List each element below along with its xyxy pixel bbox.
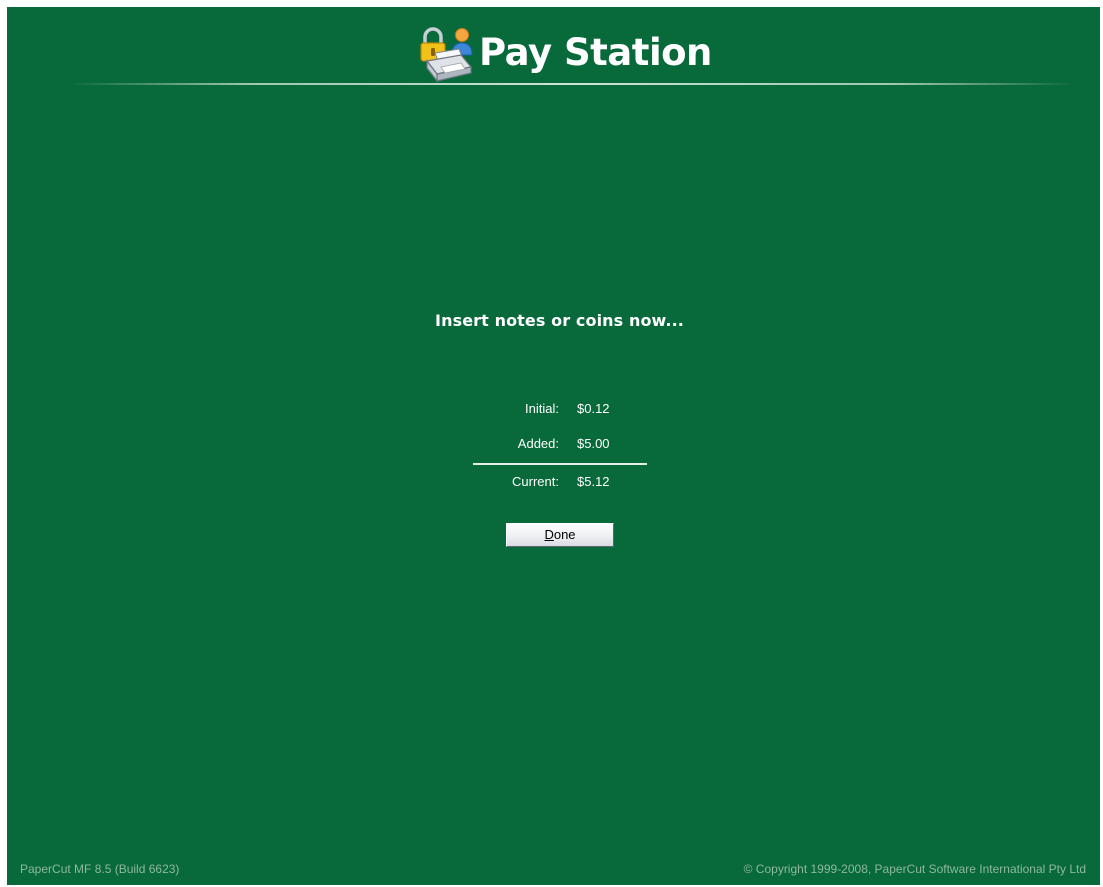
initial-balance-row: Initial: $0.12 xyxy=(473,393,647,428)
header: Pay Station xyxy=(7,7,1100,85)
initial-value: $0.12 xyxy=(577,401,610,416)
app-title: Pay Station xyxy=(479,31,712,74)
added-value: $5.00 xyxy=(577,436,610,451)
pay-station-window: Pay Station Insert notes or coins now...… xyxy=(7,7,1100,885)
added-label: Added: xyxy=(517,436,559,451)
balance-summary: Initial: $0.12 Added: $5.00 Current: $5.… xyxy=(473,393,647,501)
done-button-label: one xyxy=(553,527,576,542)
initial-label: Initial: xyxy=(525,401,559,416)
header-divider xyxy=(67,83,1077,85)
sum-divider xyxy=(473,463,647,465)
insert-money-prompt: Insert notes or coins now... xyxy=(435,311,684,330)
current-value: $5.12 xyxy=(577,474,610,489)
current-label: Current: xyxy=(512,474,559,489)
current-balance-row: Current: $5.12 xyxy=(473,466,647,501)
done-button-mnemonic: D xyxy=(544,527,554,542)
added-amount-row: Added: $5.00 xyxy=(473,428,647,463)
version-info: PaperCut MF 8.5 (Build 6623) xyxy=(20,862,180,876)
done-button[interactable]: Done xyxy=(506,523,614,547)
copyright-notice: © Copyright 1999-2008, PaperCut Software… xyxy=(743,862,1086,876)
printer-lock-user-icon xyxy=(420,27,473,83)
logo-group: Pay Station xyxy=(417,23,712,83)
